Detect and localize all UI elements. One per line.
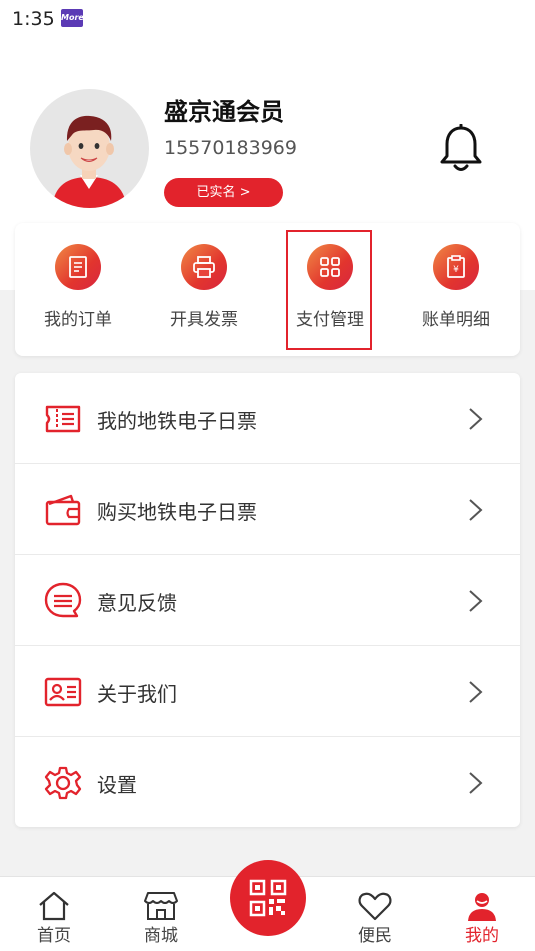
avatar[interactable] <box>30 89 149 208</box>
chevron-right-icon <box>469 408 483 430</box>
nav-label: 我的 <box>465 926 499 946</box>
wallet-icon <box>45 494 81 526</box>
nav-label: 首页 <box>37 926 71 946</box>
chevron-right-icon <box>469 772 483 794</box>
store-icon <box>144 892 178 920</box>
menu-item-label: 购买地铁电子日票 <box>97 500 257 524</box>
chevron-right-icon <box>469 681 483 703</box>
quick-action-orders[interactable]: 我的订单 <box>15 223 141 356</box>
menu-item-label: 设置 <box>97 773 137 797</box>
qr-scan-button[interactable] <box>230 860 306 936</box>
svg-text:¥: ¥ <box>453 265 459 275</box>
menu-item-label: 意见反馈 <box>97 591 177 615</box>
order-icon <box>55 244 101 290</box>
menu-item-my-tickets[interactable]: 我的地铁电子日票 <box>15 373 520 464</box>
menu-list: 我的地铁电子日票 购买地铁电子日票 意见反馈 关于我们 设置 <box>15 373 520 827</box>
quick-action-label: 开具发票 <box>170 310 238 330</box>
quick-actions-card: 我的订单 开具发票 支付管理 ¥ 账单明细 <box>15 223 520 356</box>
menu-item-label: 关于我们 <box>97 682 177 706</box>
ticket-icon <box>45 405 81 433</box>
gear-icon <box>44 766 82 800</box>
heart-icon <box>358 892 392 921</box>
quick-action-bills[interactable]: ¥ 账单明细 <box>393 223 519 356</box>
nav-label: 商城 <box>144 926 178 946</box>
status-bar: 1:35 More <box>0 0 535 38</box>
highlight-frame <box>286 230 372 350</box>
menu-item-feedback[interactable]: 意见反馈 <box>15 555 520 646</box>
feedback-icon <box>44 582 82 618</box>
printer-icon <box>181 244 227 290</box>
home-icon <box>39 891 69 921</box>
nav-services[interactable]: 便民 <box>335 877 415 951</box>
quick-action-invoice[interactable]: 开具发票 <box>141 223 267 356</box>
chevron-right-icon <box>469 590 483 612</box>
nav-store[interactable]: 商城 <box>121 877 201 951</box>
quick-action-label: 我的订单 <box>44 310 112 330</box>
quick-action-label: 账单明细 <box>422 310 490 330</box>
id-card-icon <box>44 677 82 707</box>
user-phone: 15570183969 <box>164 137 297 159</box>
user-name: 盛京通会员 <box>164 98 284 126</box>
menu-item-about[interactable]: 关于我们 <box>15 646 520 737</box>
menu-item-label: 我的地铁电子日票 <box>97 409 257 433</box>
qr-code-icon <box>249 879 287 917</box>
chevron-right-icon <box>469 499 483 521</box>
nav-label: 便民 <box>358 926 392 946</box>
menu-item-settings[interactable]: 设置 <box>15 737 520 828</box>
bill-icon: ¥ <box>433 244 479 290</box>
menu-item-buy-tickets[interactable]: 购买地铁电子日票 <box>15 464 520 555</box>
app-notification-badge: More <box>61 9 84 27</box>
nav-mine[interactable]: 我的 <box>442 877 522 951</box>
bell-icon[interactable] <box>438 123 484 174</box>
verified-status-button[interactable]: 已实名 > <box>164 178 283 207</box>
person-icon <box>468 893 496 921</box>
nav-home[interactable]: 首页 <box>14 877 94 951</box>
status-time: 1:35 <box>12 8 55 30</box>
